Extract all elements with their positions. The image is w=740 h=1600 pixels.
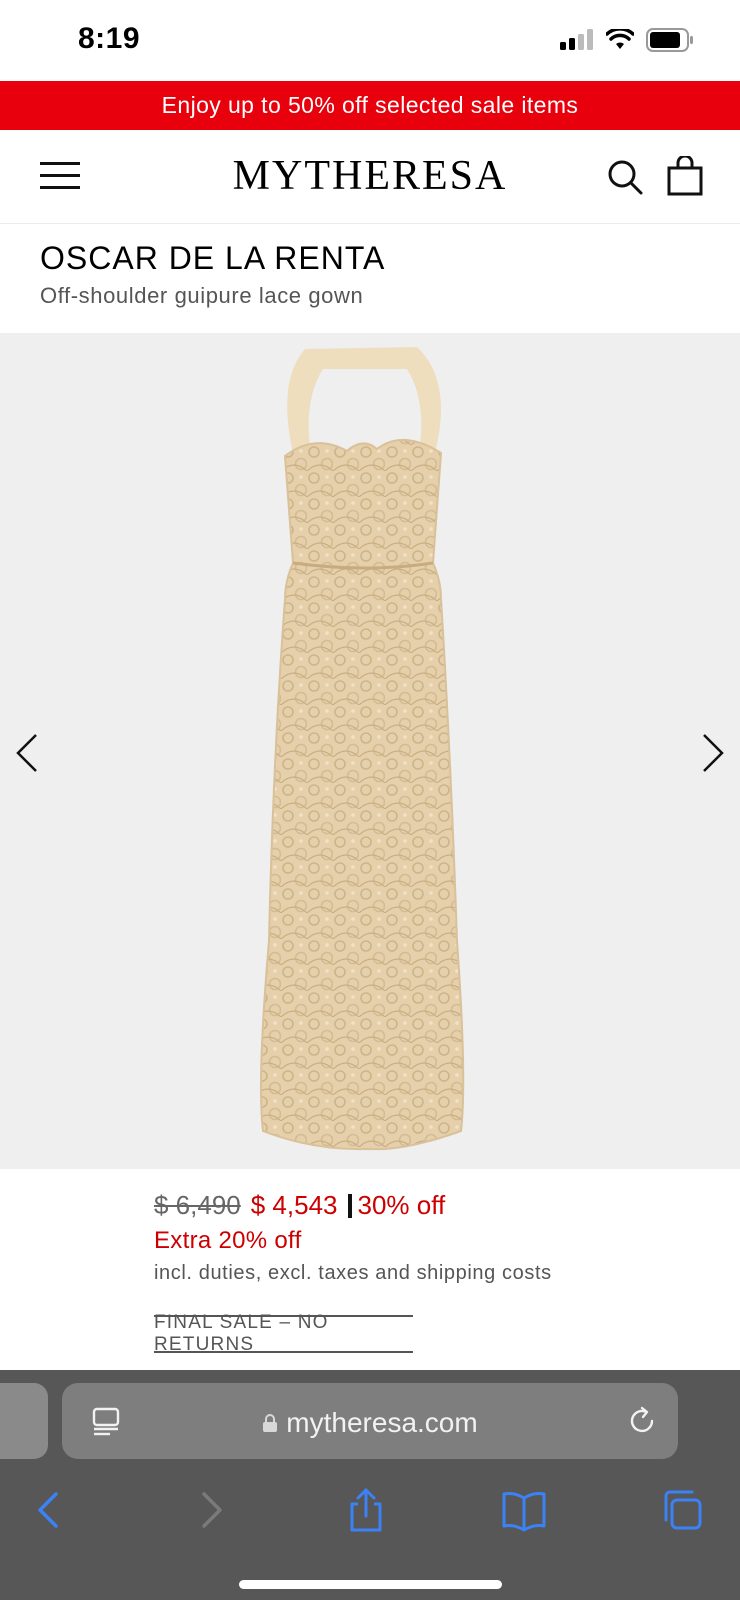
home-indicator[interactable]	[239, 1580, 502, 1589]
previous-tab-preview[interactable]	[0, 1383, 48, 1459]
discount-label: 30% off	[357, 1190, 446, 1220]
search-icon[interactable]	[606, 158, 644, 196]
status-time: 8:19	[78, 22, 141, 55]
promo-banner[interactable]: Enjoy up to 50% off selected sale items	[0, 81, 740, 130]
chevron-right-icon[interactable]	[698, 731, 728, 775]
site-header: MYTHERESA	[0, 130, 740, 224]
price-divider	[347, 1193, 352, 1218]
tabs-icon[interactable]	[658, 1486, 706, 1534]
product-image-gallery[interactable]	[0, 333, 740, 1169]
product-image	[260, 347, 465, 1151]
bookmarks-icon[interactable]	[500, 1486, 548, 1534]
back-icon[interactable]	[26, 1486, 74, 1534]
original-price: $ 6,490	[154, 1190, 241, 1220]
sale-price: $ 4,543	[250, 1190, 338, 1220]
forward-icon[interactable]	[186, 1486, 234, 1534]
browser-toolbar	[0, 1486, 740, 1542]
cellular-signal-icon	[560, 29, 593, 50]
chevron-left-icon[interactable]	[12, 731, 42, 775]
url-display[interactable]: mytheresa.com	[62, 1407, 678, 1439]
share-icon[interactable]	[342, 1486, 390, 1534]
promo-text: Enjoy up to 50% off selected sale items	[161, 92, 579, 118]
final-sale-notice[interactable]: FINAL SALE – NO RETURNS	[154, 1312, 413, 1355]
shopping-bag-icon[interactable]	[666, 156, 704, 196]
status-bar: 8:19	[0, 0, 740, 81]
reload-icon[interactable]	[626, 1405, 658, 1437]
product-name: Off-shoulder guipure lace gown	[40, 283, 364, 308]
url-text[interactable]: mytheresa.com	[286, 1407, 477, 1439]
lock-icon	[263, 1414, 278, 1432]
product-brand[interactable]: OSCAR DE LA RENTA	[40, 240, 385, 277]
address-bar[interactable]: mytheresa.com	[62, 1383, 678, 1459]
extra-discount: Extra 20% off	[154, 1227, 302, 1254]
wifi-icon	[606, 29, 634, 49]
status-icons	[560, 28, 694, 52]
price-note: incl. duties, excl. taxes and shipping c…	[154, 1262, 552, 1284]
price-row: $ 6,490 $ 4,543 30% off	[154, 1190, 445, 1221]
battery-icon	[646, 28, 693, 52]
browser-chrome: mytheresa.com	[0, 1370, 740, 1600]
